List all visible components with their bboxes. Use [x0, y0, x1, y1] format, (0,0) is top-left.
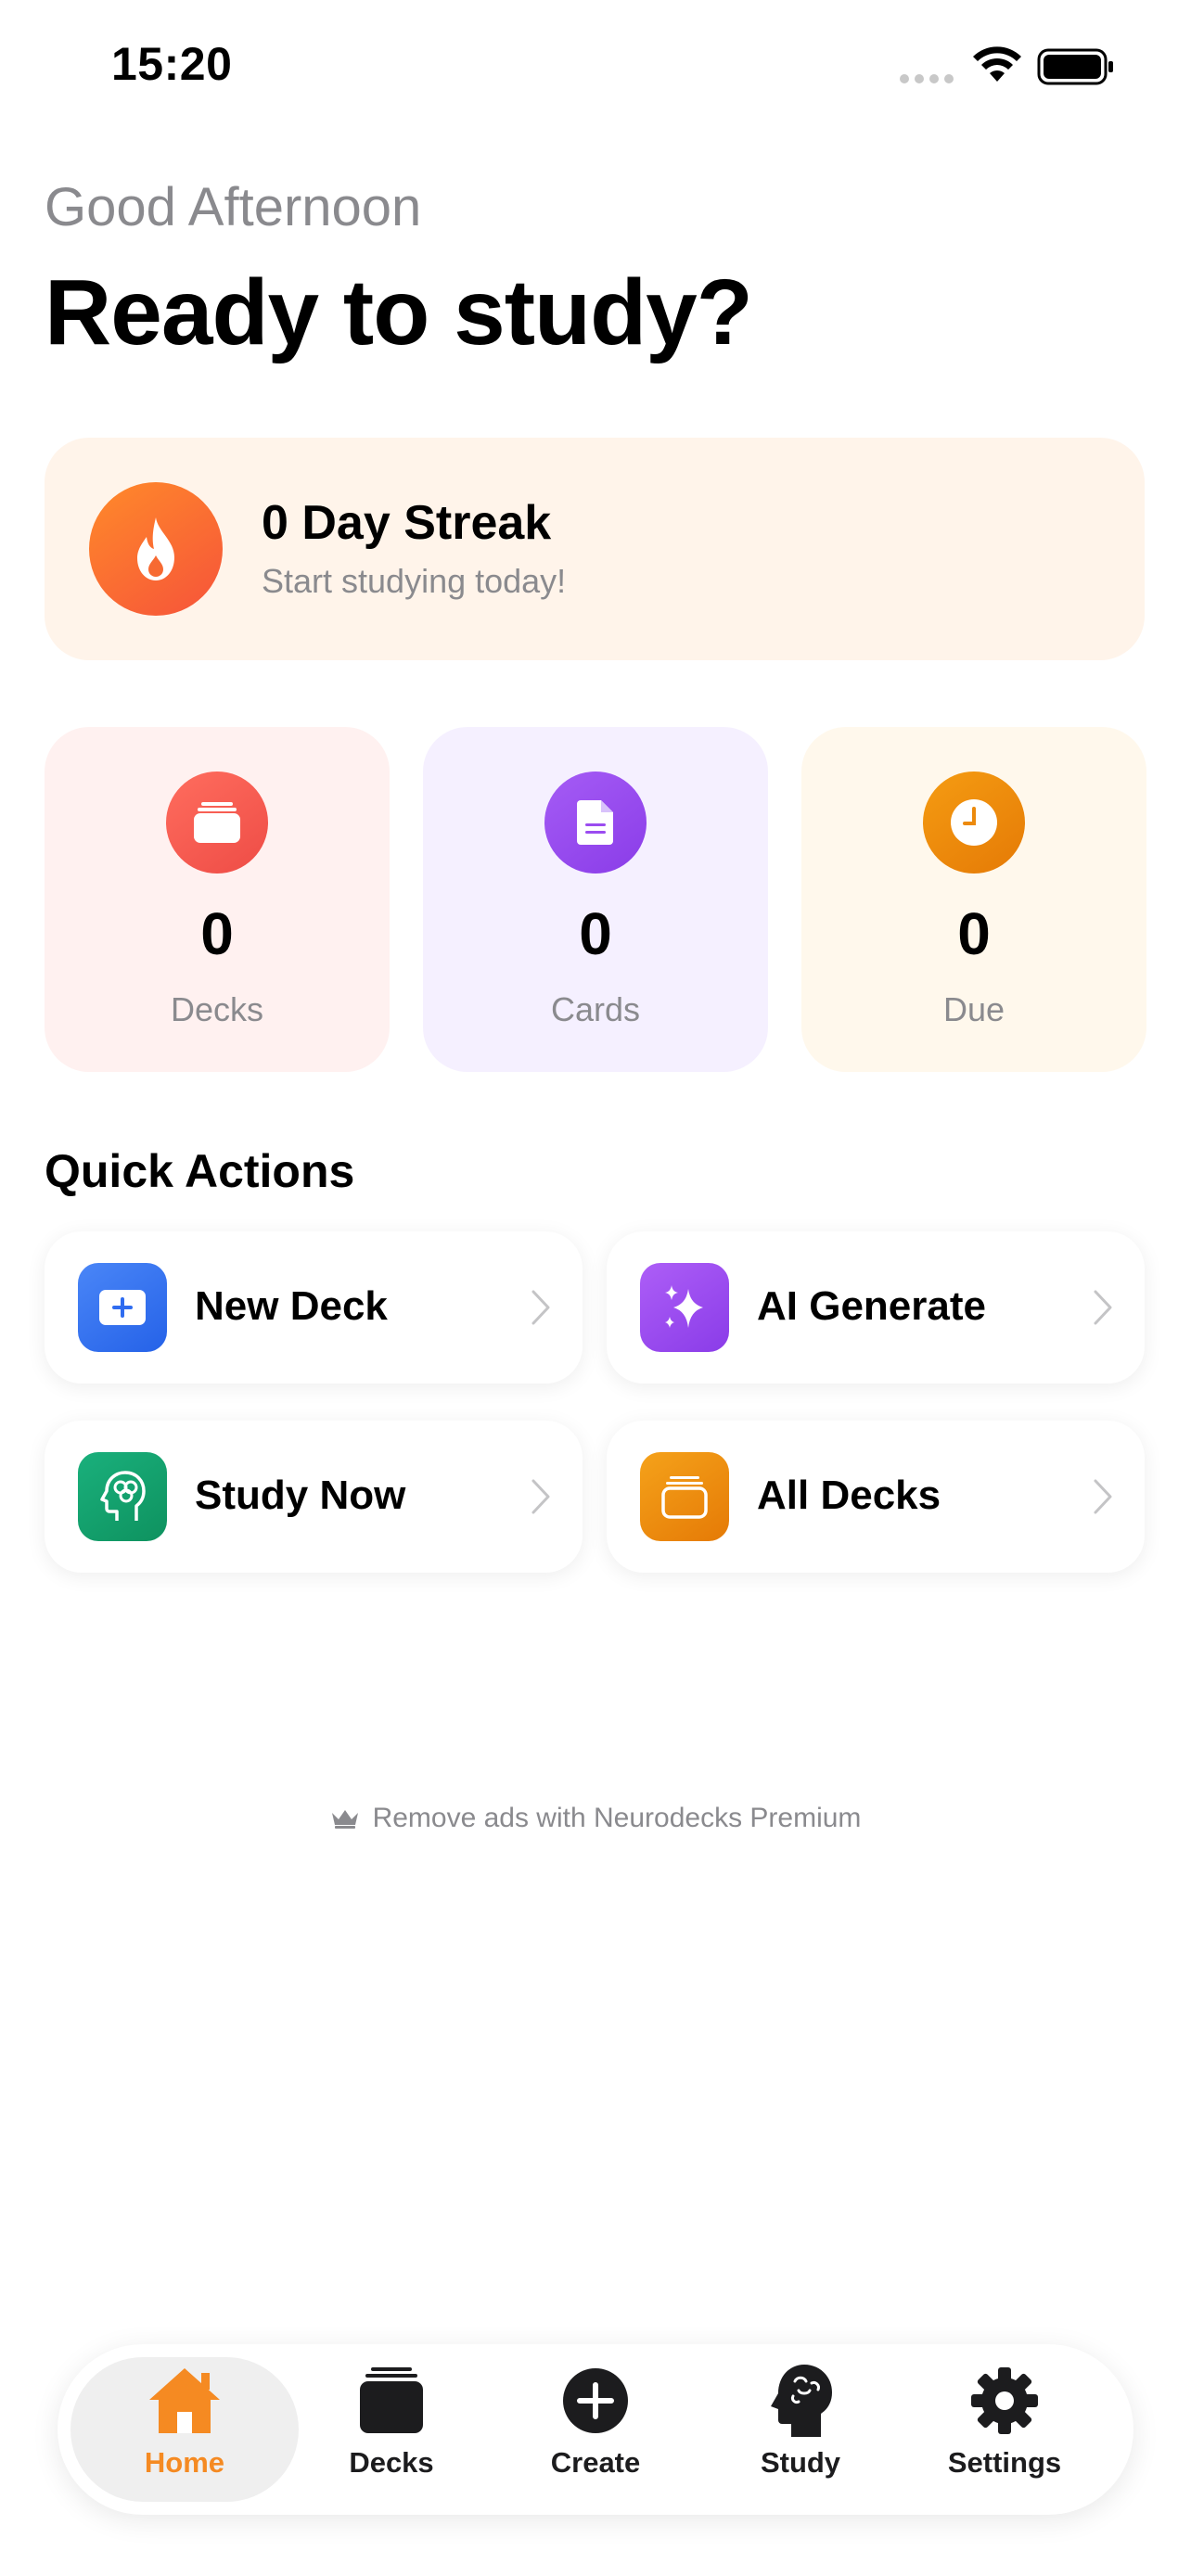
sparkles-icon: [640, 1263, 729, 1352]
stat-value-cards: 0: [579, 900, 612, 967]
wifi-icon: [973, 46, 1021, 82]
action-label: Study Now: [195, 1473, 406, 1518]
stat-card-due[interactable]: 0 Due: [801, 727, 1146, 1072]
tab-label: Create: [550, 2446, 641, 2479]
stat-value-decks: 0: [200, 900, 234, 967]
action-label: All Decks: [757, 1473, 941, 1518]
tab-label: Decks: [349, 2446, 434, 2479]
page-title: Ready to study?: [45, 261, 753, 364]
premium-text: Remove ads with Neurodecks Premium: [372, 1803, 862, 1833]
stat-card-decks[interactable]: 0 Decks: [45, 727, 390, 1072]
tab-study[interactable]: Study: [694, 2357, 907, 2502]
home-icon: [146, 2359, 224, 2442]
decks-icon: [356, 2359, 427, 2442]
stat-label-cards: Cards: [550, 990, 641, 1028]
study-now-button[interactable]: Study Now: [45, 1421, 583, 1573]
battery-icon: [1037, 48, 1113, 85]
tab-label: Home: [144, 2446, 225, 2479]
stat-label-decks: Decks: [170, 990, 264, 1028]
plus-circle-icon: [561, 2359, 630, 2442]
tab-settings[interactable]: Settings: [898, 2357, 1111, 2502]
stat-label-due: Due: [942, 990, 1005, 1028]
streak-subtitle: Start studying today!: [262, 562, 567, 600]
document-icon: [544, 772, 647, 874]
premium-link[interactable]: Remove ads with Neurodecks Premium: [0, 1803, 1191, 1834]
tab-bar: Home Decks Create Study Settings: [58, 2344, 1133, 2515]
flame-icon: [89, 482, 223, 616]
gear-icon: [969, 2359, 1040, 2442]
all-decks-button[interactable]: All Decks: [607, 1421, 1145, 1573]
tab-label: Settings: [947, 2446, 1062, 2479]
clock-icon: [923, 772, 1025, 874]
chevron-right-icon: [531, 1479, 550, 1514]
chevron-right-icon: [1094, 1479, 1112, 1514]
brain-head-icon: [767, 2359, 834, 2442]
tab-create[interactable]: Create: [489, 2357, 702, 2502]
chevron-right-icon: [1094, 1290, 1112, 1325]
action-label: New Deck: [195, 1283, 388, 1329]
greeting-text: Good Afternoon: [45, 177, 422, 237]
chevron-right-icon: [531, 1290, 550, 1325]
tab-label: Study: [760, 2446, 841, 2479]
streak-card[interactable]: 0 Day Streak Start studying today!: [45, 438, 1145, 660]
tab-decks[interactable]: Decks: [285, 2357, 498, 2502]
tab-home[interactable]: Home: [70, 2357, 299, 2502]
new-deck-button[interactable]: New Deck: [45, 1231, 583, 1384]
ai-generate-button[interactable]: AI Generate: [607, 1231, 1145, 1384]
stat-card-cards[interactable]: 0 Cards: [423, 727, 768, 1072]
deck-icon: [166, 772, 268, 874]
crown-icon: [331, 1810, 358, 1829]
stack-icon: [640, 1452, 729, 1541]
brain-head-icon: [78, 1452, 167, 1541]
streak-title: 0 Day Streak: [262, 496, 552, 550]
status-time: 15:20: [111, 38, 233, 90]
plus-card-icon: [78, 1263, 167, 1352]
section-title-quick-actions: Quick Actions: [45, 1145, 355, 1197]
stat-value-due: 0: [957, 900, 991, 967]
cellular-signal-icon: [900, 74, 954, 83]
action-label: AI Generate: [757, 1283, 986, 1329]
